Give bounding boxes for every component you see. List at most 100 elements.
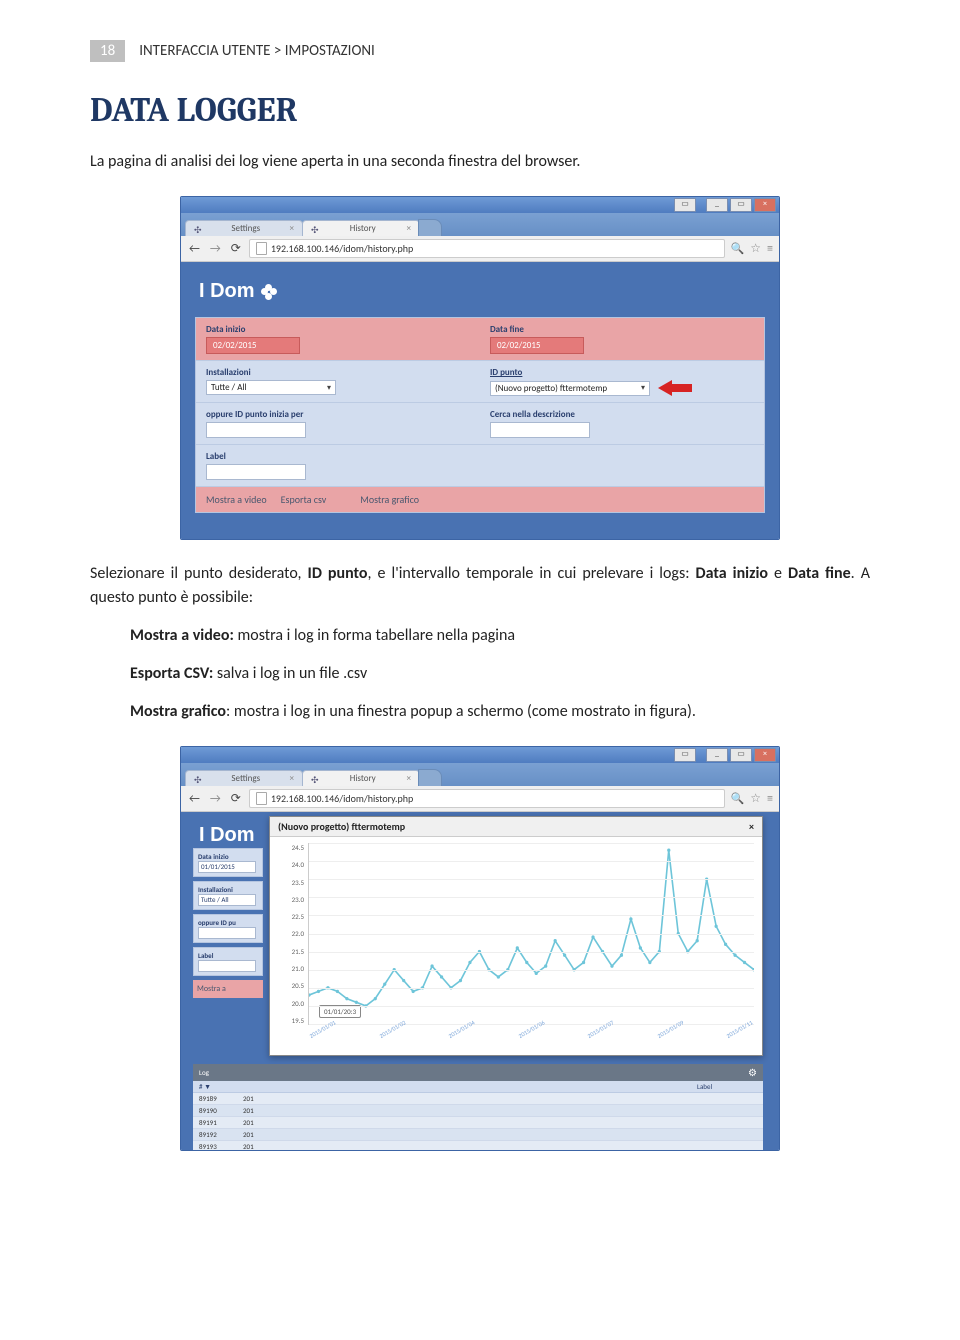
tab-history[interactable]: ✣ History × <box>302 220 420 236</box>
installazioni-select[interactable]: Tutte / All ▾ <box>206 380 336 395</box>
tab-close-icon[interactable]: × <box>407 773 411 784</box>
y-tick: 22.5 <box>274 912 304 921</box>
id-per-input[interactable] <box>198 927 256 939</box>
cell-value <box>653 1142 693 1151</box>
page-icon <box>256 242 267 255</box>
window-secondary-button[interactable]: ▭ <box>674 748 696 762</box>
chart-point <box>733 954 736 957</box>
new-tab-button[interactable] <box>418 219 442 236</box>
filter-form: Data inizio 02/02/2015 Data fine 02/02/2… <box>195 317 765 513</box>
mostra-a-button[interactable]: Mostra a <box>193 980 263 998</box>
star-icon[interactable]: ☆ <box>750 791 761 806</box>
gridline <box>309 988 754 989</box>
chart-point <box>440 975 443 978</box>
chart-popup: (Nuovo progetto) fttermotemp × 24.524.02… <box>269 816 763 1056</box>
menu-icon[interactable]: ≡ <box>767 792 773 806</box>
y-tick: 22.0 <box>274 929 304 938</box>
id-per-input[interactable] <box>206 422 306 438</box>
zoom-icon[interactable]: 🔍 <box>731 242 745 255</box>
chart-point <box>724 943 727 946</box>
star-icon[interactable]: ☆ <box>750 241 761 256</box>
window-maximize-button[interactable]: ▭ <box>730 198 752 212</box>
gridline <box>309 934 754 935</box>
label-input[interactable] <box>198 960 256 972</box>
gridline <box>309 952 754 953</box>
tab-settings[interactable]: ✣ Settings × <box>185 770 303 786</box>
page-number: 18 <box>90 40 125 62</box>
gear-icon[interactable]: ⚙ <box>748 1066 757 1079</box>
cell-device <box>453 1118 653 1127</box>
gear-icon: ✣ <box>194 225 202 233</box>
chart-point <box>667 849 670 852</box>
data-inizio-input[interactable]: 02/02/2015 <box>206 337 300 354</box>
window-minimize-button[interactable]: _ <box>706 198 728 212</box>
back-button[interactable]: ← <box>187 793 202 805</box>
forward-button[interactable]: → <box>208 243 223 255</box>
chart-area: 24.524.023.523.022.522.021.521.020.520.0… <box>270 837 762 1043</box>
back-button[interactable]: ← <box>187 243 202 255</box>
window-minimize-button[interactable]: _ <box>706 748 728 762</box>
y-tick: 21.5 <box>274 947 304 956</box>
mostra-grafico-button[interactable]: Mostra grafico <box>360 493 419 506</box>
chart-tooltip: 01/01/20:3 <box>319 1005 361 1018</box>
gear-icon: ✣ <box>311 225 319 233</box>
tab-history[interactable]: ✣ History × <box>302 770 420 786</box>
tab-settings[interactable]: ✣ Settings × <box>185 220 303 236</box>
cell-label <box>693 1094 757 1103</box>
label-input[interactable] <box>206 464 306 480</box>
chart-point <box>497 975 500 978</box>
tab-close-icon[interactable]: × <box>290 223 294 234</box>
data-inizio-input[interactable]: 01/01/2015 <box>198 861 256 873</box>
zoom-icon[interactable]: 🔍 <box>731 792 745 805</box>
table-row[interactable]: 89193201 <box>193 1141 763 1151</box>
table-row[interactable]: 89189201 <box>193 1093 763 1105</box>
table-row[interactable]: 89191201 <box>193 1117 763 1129</box>
cell-project <box>363 1106 453 1115</box>
chart-point <box>554 939 557 942</box>
mostra-video-button[interactable]: Mostra a video <box>206 493 267 506</box>
data-fine-input[interactable]: 02/02/2015 <box>490 337 584 354</box>
forward-button[interactable]: → <box>208 793 223 805</box>
cerca-input[interactable] <box>490 422 590 438</box>
popup-close-button[interactable]: × <box>749 820 754 833</box>
col-hash[interactable]: # ▼ <box>199 1082 243 1091</box>
feature-list: Mostra a video: mostra i log in forma ta… <box>130 624 870 724</box>
id-per-label: oppure ID punto inizia per <box>206 409 470 420</box>
table-row[interactable]: 89190201 <box>193 1105 763 1117</box>
browser-tabs: ✣ Settings × ✣ History × <box>181 213 779 236</box>
chart-point <box>535 972 538 975</box>
y-tick: 23.5 <box>274 878 304 887</box>
chart-point <box>563 954 566 957</box>
x-axis: 2015/01/012015/01/022015/01/042015/01/06… <box>308 1033 754 1041</box>
id-punto-select[interactable]: (Nuovo progetto) fttermotemp ▾ <box>490 381 650 396</box>
screenshot-form: ▭ _ ▭ × ✣ Settings × ✣ History × <box>180 196 780 540</box>
cell-ts: 201 <box>243 1118 363 1127</box>
window-close-button[interactable]: × <box>754 198 776 212</box>
brand-text: I Dom <box>199 824 255 847</box>
cell-device <box>453 1106 653 1115</box>
chart-point <box>525 961 528 964</box>
reload-button[interactable]: ⟳ <box>229 793 243 805</box>
window-close-button[interactable]: × <box>754 748 776 762</box>
browser-toolbar: ← → ⟳ 192.168.100.146/idom/history.php 🔍… <box>181 236 779 262</box>
table-row[interactable]: 89192201 <box>193 1129 763 1141</box>
gridline <box>309 897 754 898</box>
esporta-csv-button[interactable]: Esporta csv <box>281 493 327 506</box>
url-input[interactable]: 192.168.100.146/idom/history.php <box>249 789 725 808</box>
url-input[interactable]: 192.168.100.146/idom/history.php <box>249 239 725 258</box>
window-maximize-button[interactable]: ▭ <box>730 748 752 762</box>
menu-icon[interactable]: ≡ <box>767 242 773 256</box>
window-titlebar: ▭ _ ▭ × <box>181 197 779 213</box>
installazioni-select[interactable]: Tutte / All <box>198 894 256 906</box>
gridline <box>309 861 754 862</box>
window-secondary-button[interactable]: ▭ <box>674 198 696 212</box>
tab-close-icon[interactable]: × <box>407 223 411 234</box>
data-fine-label: Data fine <box>490 324 754 335</box>
chart-point <box>610 964 613 967</box>
new-tab-button[interactable] <box>418 769 442 786</box>
gridline <box>309 915 754 916</box>
tab-close-icon[interactable]: × <box>290 773 294 784</box>
cell-label <box>693 1106 757 1115</box>
chart-point <box>468 961 471 964</box>
reload-button[interactable]: ⟳ <box>229 243 243 255</box>
